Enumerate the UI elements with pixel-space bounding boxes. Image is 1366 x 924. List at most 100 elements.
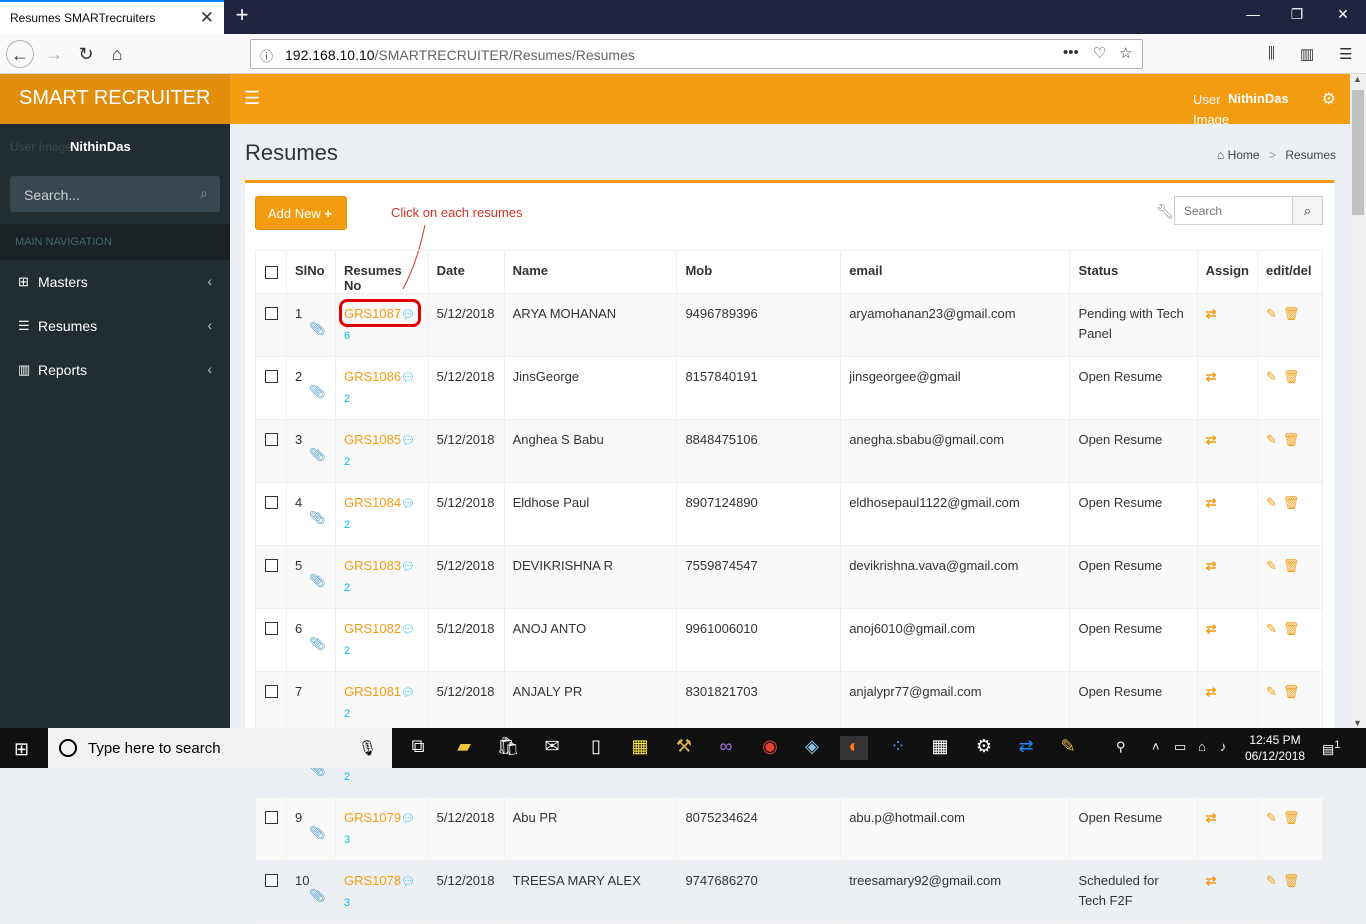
- row-checkbox[interactable]: [265, 559, 278, 572]
- sidebar-item-masters[interactable]: ⊞ Masters ‹: [0, 260, 230, 304]
- edit-icon[interactable]: ✎: [1266, 306, 1277, 321]
- windows-start-icon[interactable]: ⊞: [14, 739, 29, 760]
- trash-icon[interactable]: 🗑︎: [1283, 621, 1300, 636]
- pocket-icon[interactable]: ♡: [1093, 44, 1106, 62]
- gears-icon[interactable]: ⚙: [1322, 89, 1336, 109]
- edit-icon[interactable]: ✎: [1266, 621, 1277, 636]
- edit-icon[interactable]: ✎: [1266, 558, 1277, 573]
- trash-icon[interactable]: 🗑︎: [1283, 810, 1300, 825]
- paperclip-icon[interactable]: 📎︎: [309, 510, 326, 525]
- firefox-icon[interactable]: ◐: [840, 736, 868, 760]
- library-icon[interactable]: ⫼: [1268, 45, 1275, 62]
- edit-icon[interactable]: ✎: [1266, 432, 1277, 447]
- comment-icon[interactable]: 💬︎: [401, 561, 415, 573]
- assign-icon[interactable]: ⇄: [1206, 684, 1217, 699]
- paperclip-icon[interactable]: 📎︎: [309, 573, 326, 588]
- user-image[interactable]: User Image: [1193, 90, 1233, 130]
- trash-icon[interactable]: 🗑︎: [1283, 432, 1300, 447]
- app-icon[interactable]: ◈: [798, 736, 826, 760]
- row-checkbox[interactable]: [265, 622, 278, 635]
- select-all-checkbox[interactable]: [265, 266, 278, 279]
- comment-icon[interactable]: 💬︎: [401, 813, 415, 825]
- resume-no-link[interactable]: GRS1085: [344, 432, 401, 447]
- page-scrollbar[interactable]: ▲ ▼: [1350, 74, 1366, 728]
- edit-icon[interactable]: ✎: [1266, 810, 1277, 825]
- assign-icon[interactable]: ⇄: [1206, 306, 1217, 321]
- edit-icon[interactable]: ✎: [1266, 684, 1277, 699]
- paperclip-icon[interactable]: 📎︎: [309, 447, 326, 462]
- add-new-button[interactable]: Add New +: [255, 196, 347, 230]
- resume-no-link[interactable]: GRS1084: [344, 495, 401, 510]
- resume-no-link[interactable]: GRS1083: [344, 558, 401, 573]
- comment-icon[interactable]: 💬︎: [401, 372, 415, 384]
- row-checkbox[interactable]: [265, 370, 278, 383]
- resume-no-link[interactable]: GRS1078: [344, 873, 401, 888]
- visual-studio-icon[interactable]: ∞: [712, 736, 740, 760]
- reload-icon[interactable]: ↻: [72, 40, 100, 68]
- user-name[interactable]: NithinDas: [1228, 91, 1289, 106]
- sidebar-search-input[interactable]: Search...: [24, 187, 80, 203]
- sidebar-search[interactable]: Search... ⌕: [10, 176, 220, 212]
- comment-icon[interactable]: 💬︎: [401, 687, 415, 699]
- app-dots-icon[interactable]: ⁘: [884, 736, 912, 760]
- close-tab-icon[interactable]: ✕: [200, 8, 214, 28]
- chevron-up-icon[interactable]: ˄: [1152, 739, 1160, 754]
- row-checkbox[interactable]: [265, 307, 278, 320]
- table-search-input[interactable]: [1175, 197, 1292, 224]
- paperclip-icon[interactable]: 📎︎: [309, 825, 326, 840]
- paperclip-icon[interactable]: 📎︎: [309, 321, 326, 336]
- toolbox-icon[interactable]: ⚒: [670, 736, 698, 760]
- scroll-down-icon[interactable]: ▼: [1353, 718, 1362, 728]
- sidebar-item-resumes[interactable]: ☰ Resumes ‹: [0, 304, 230, 348]
- header-mob[interactable]: Mob: [676, 250, 842, 294]
- home-icon[interactable]: ⌂: [103, 40, 131, 68]
- header-slno[interactable]: SlNo: [286, 250, 336, 294]
- calendar-icon[interactable]: ▦: [926, 736, 954, 760]
- header-date[interactable]: Date: [427, 250, 505, 294]
- bookmark-star-icon[interactable]: ☆: [1119, 44, 1132, 62]
- notifications-icon[interactable]: ▤1: [1322, 739, 1340, 757]
- site-info-icon[interactable]: ⓘ: [260, 46, 273, 65]
- assign-icon[interactable]: ⇄: [1206, 873, 1217, 888]
- edit-icon[interactable]: ✎: [1266, 873, 1277, 888]
- app-logo[interactable]: SMART RECRUITER: [0, 74, 230, 124]
- row-checkbox[interactable]: [265, 433, 278, 446]
- sticky-notes-icon[interactable]: ▦: [626, 736, 654, 760]
- sidebar-toggle-icon[interactable]: ▥: [1300, 45, 1314, 63]
- resume-no-link[interactable]: GRS1086: [344, 369, 401, 384]
- resume-no-link[interactable]: GRS1079: [344, 810, 401, 825]
- assign-icon[interactable]: ⇄: [1206, 810, 1217, 825]
- row-checkbox[interactable]: [265, 874, 278, 887]
- trash-icon[interactable]: 🗑︎: [1283, 873, 1300, 888]
- header-resumes-no[interactable]: Resumes No: [334, 250, 429, 294]
- teamviewer-icon[interactable]: ⇄: [1012, 736, 1040, 760]
- trash-icon[interactable]: 🗑︎: [1283, 306, 1300, 321]
- maximize-icon[interactable]: ❐: [1274, 6, 1320, 23]
- settings-icon[interactable]: ⚙: [970, 736, 998, 760]
- edit-icon[interactable]: ✎: [1266, 495, 1277, 510]
- row-checkbox[interactable]: [265, 496, 278, 509]
- paint-icon[interactable]: ✎: [1054, 736, 1082, 760]
- scroll-up-icon[interactable]: ▲: [1353, 74, 1362, 84]
- assign-icon[interactable]: ⇄: [1206, 432, 1217, 447]
- forward-icon[interactable]: →: [40, 40, 68, 68]
- notepad-icon[interactable]: ▯: [582, 736, 610, 760]
- taskbar-search-input[interactable]: Type here to search: [88, 740, 221, 757]
- sidebar-toggle-icon[interactable]: ☰: [244, 88, 260, 109]
- row-checkbox[interactable]: [265, 685, 278, 698]
- trash-icon[interactable]: 🗑︎: [1283, 684, 1300, 699]
- edit-icon[interactable]: ✎: [1266, 369, 1277, 384]
- comment-icon[interactable]: 💬︎: [401, 498, 415, 510]
- page-actions-icon[interactable]: •••: [1063, 44, 1079, 61]
- network-icon[interactable]: ⌂: [1198, 739, 1206, 754]
- search-icon[interactable]: ⌕: [200, 185, 208, 202]
- assign-icon[interactable]: ⇄: [1206, 621, 1217, 636]
- close-window-icon[interactable]: ✕: [1320, 6, 1366, 23]
- header-name[interactable]: Name: [503, 250, 678, 294]
- header-status[interactable]: Status: [1069, 250, 1198, 294]
- chrome-icon[interactable]: ◉: [756, 736, 784, 760]
- paperclip-icon[interactable]: 📎︎: [309, 636, 326, 651]
- row-checkbox[interactable]: [265, 811, 278, 824]
- trash-icon[interactable]: 🗑︎: [1283, 495, 1300, 510]
- resume-no-link[interactable]: GRS1082: [344, 621, 401, 636]
